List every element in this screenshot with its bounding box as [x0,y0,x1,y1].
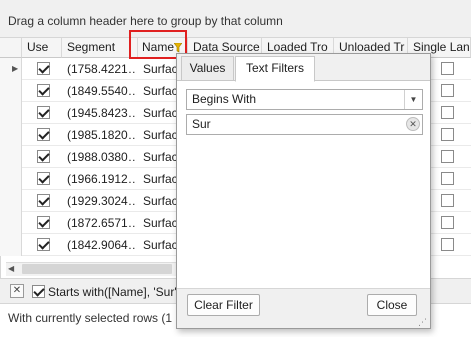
segment-cell[interactable]: (1758.4221… [67,58,137,80]
name-cell[interactable]: Surfac [143,80,177,102]
segment-cell[interactable]: (1985.1820… [67,124,137,146]
row-indicator[interactable] [0,102,22,124]
use-checkbox[interactable] [37,194,50,207]
tab-text-filters[interactable]: Text Filters [235,56,315,82]
single-lane-checkbox[interactable] [441,62,454,75]
name-cell[interactable]: Surfac [143,168,177,190]
chevron-down-icon[interactable]: ▼ [404,90,422,109]
segment-cell[interactable]: (1849.5540… [67,80,137,102]
clear-filter-button[interactable]: Clear Filter [187,294,260,316]
name-cell[interactable]: Surfac [143,124,177,146]
use-checkbox[interactable] [37,106,50,119]
use-checkbox[interactable] [37,150,50,163]
single-lane-checkbox[interactable] [441,150,454,163]
name-cell[interactable]: Surfac [143,58,177,80]
use-checkbox[interactable] [37,128,50,141]
segment-cell[interactable]: (1929.3024… [67,190,137,212]
scrollbar-thumb[interactable] [22,264,172,274]
tab-values[interactable]: Values [181,56,234,80]
clear-value-icon[interactable]: ✕ [406,117,420,131]
column-header-use[interactable]: Use [22,38,62,58]
row-indicator[interactable] [0,234,22,256]
name-cell[interactable]: Surfac [143,102,177,124]
segment-cell[interactable]: (1872.6571… [67,212,137,234]
current-row-arrow-icon: ▶ [12,64,19,73]
name-cell[interactable]: Surfac [143,190,177,212]
close-button[interactable]: Close [367,294,417,316]
use-checkbox[interactable] [37,216,50,229]
single-lane-checkbox[interactable] [441,216,454,229]
close-filter-icon[interactable]: ✕ [10,284,24,298]
status-text: With currently selected rows (1 row [8,311,195,325]
column-header-segment[interactable]: Segment [62,38,138,58]
name-cell[interactable]: Surfac [143,146,177,168]
row-indicator[interactable] [0,80,22,102]
use-checkbox[interactable] [37,172,50,185]
row-indicator[interactable] [0,190,22,212]
segment-cell[interactable]: (1988.0380… [67,146,137,168]
name-cell[interactable]: Surfac [143,234,177,256]
segment-cell[interactable]: (1842.9064… [67,234,137,256]
group-panel-text: Drag a column header here to group by th… [8,14,283,28]
filter-value-input[interactable]: Sur [186,114,423,135]
single-lane-checkbox[interactable] [441,172,454,185]
single-lane-checkbox[interactable] [441,128,454,141]
row-indicator[interactable] [0,58,22,80]
use-checkbox[interactable] [37,238,50,251]
single-lane-checkbox[interactable] [441,106,454,119]
segment-cell[interactable]: (1966.1912… [67,168,137,190]
row-indicator[interactable] [0,146,22,168]
header-indicator-corner [0,38,22,58]
filter-enabled-checkbox[interactable] [32,285,45,298]
name-cell[interactable]: Surfac [143,212,177,234]
operator-dropdown[interactable]: Begins With [186,89,423,110]
row-indicator[interactable] [0,124,22,146]
row-indicator[interactable] [0,212,22,234]
single-lane-checkbox[interactable] [441,238,454,251]
single-lane-checkbox[interactable] [441,194,454,207]
use-checkbox[interactable] [37,62,50,75]
filter-expression[interactable]: Starts with([Name], 'Sur') [48,285,181,299]
use-checkbox[interactable] [37,84,50,97]
resize-grip-icon[interactable]: ⋰ [418,317,427,328]
row-indicator[interactable] [0,168,22,190]
single-lane-checkbox[interactable] [441,84,454,97]
scroll-left-arrow-icon[interactable]: ◀ [8,264,14,273]
segment-cell[interactable]: (1945.8423… [67,102,137,124]
